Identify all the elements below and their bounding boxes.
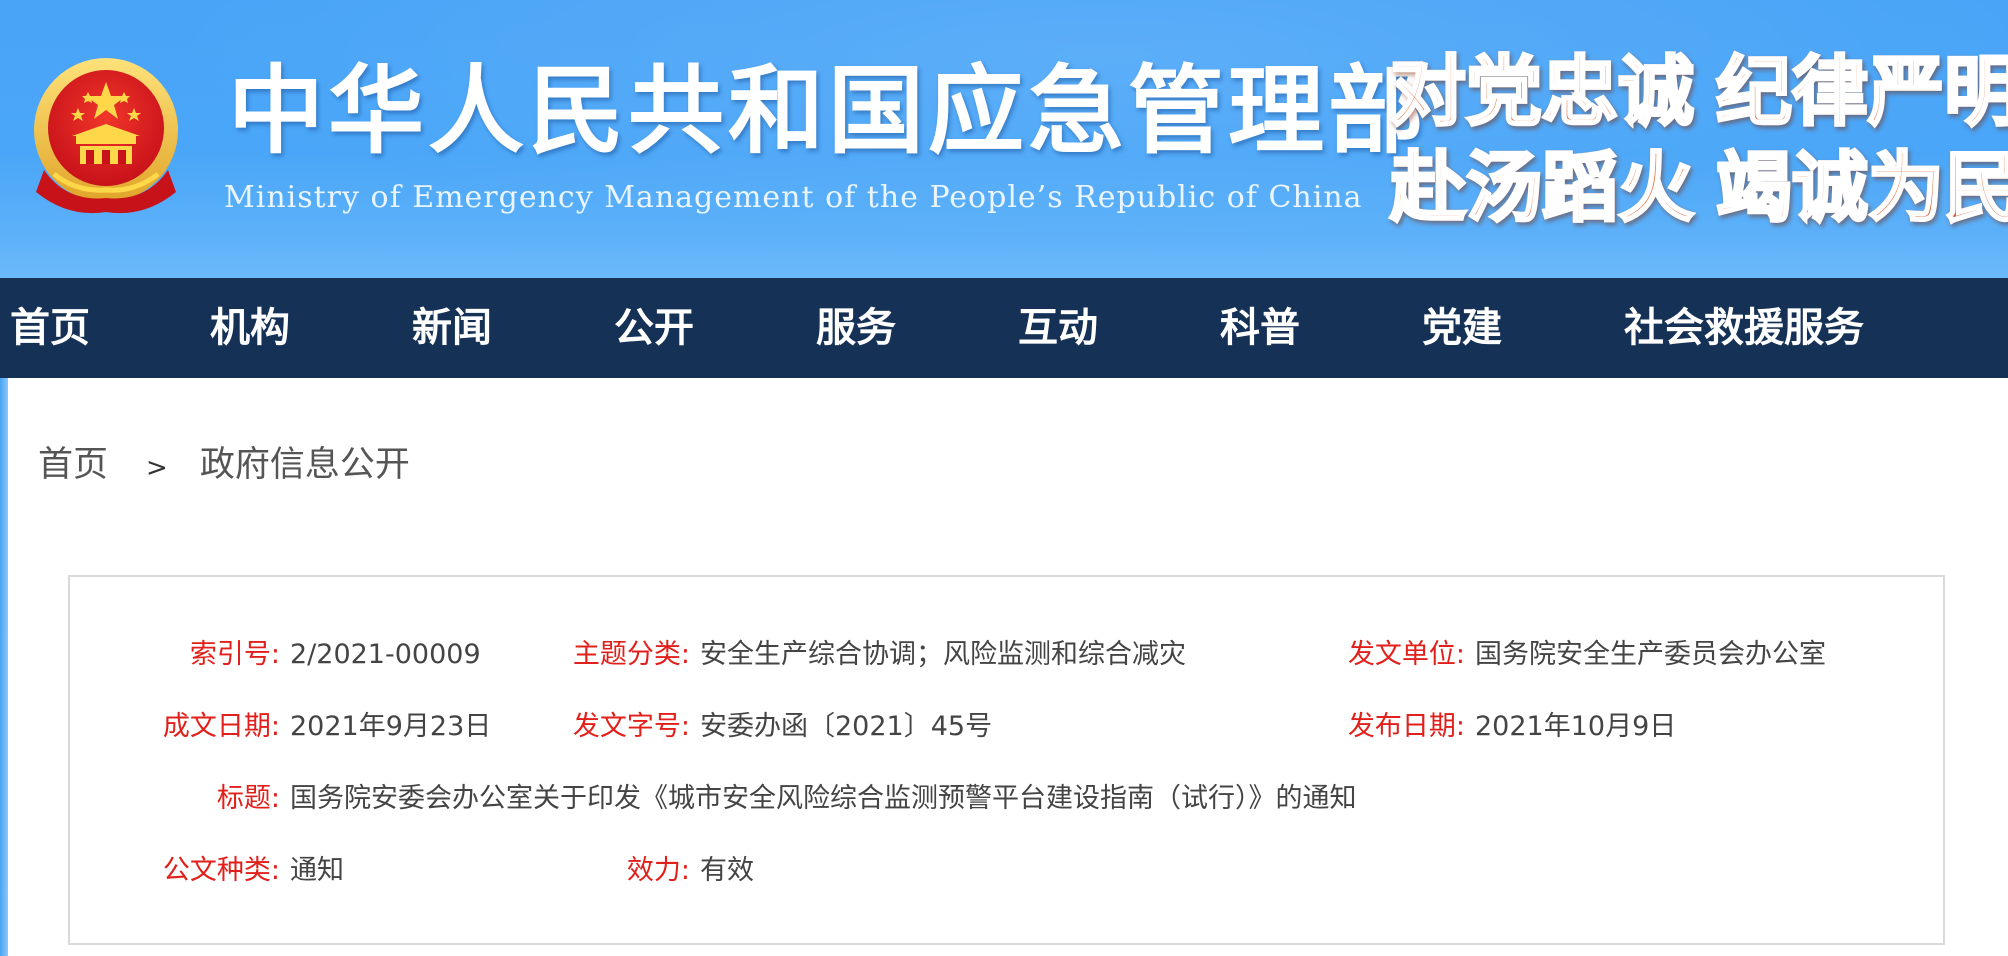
topic-label: 主题分类: xyxy=(572,639,690,670)
slogan-line-1: 对党忠诚 纪律严明 xyxy=(1389,44,2008,140)
nav-item-party[interactable]: 党建 xyxy=(1422,278,1502,378)
slogan-phrase-3: 赴汤蹈火 xyxy=(1389,140,1696,236)
nav-item-organization[interactable]: 机构 xyxy=(210,278,290,378)
site-header: 中华人民共和国应急管理部 Ministry of Emergency Manag… xyxy=(0,0,2008,278)
written-date-label: 成文日期: xyxy=(162,711,280,742)
slogan-phrase-4: 竭诚为民 xyxy=(1715,140,2008,236)
slogan-line-2: 赴汤蹈火 竭诚为民 xyxy=(1389,140,2008,236)
breadcrumb-separator: > xyxy=(146,453,168,483)
doc-type-label: 公文种类: xyxy=(162,855,280,886)
publish-date-value: 2021年10月9日 xyxy=(1475,711,1677,742)
doc-no-label: 发文字号: xyxy=(572,711,690,742)
doc-type-value: 通知 xyxy=(290,855,344,886)
nav-item-services[interactable]: 服务 xyxy=(816,278,896,378)
written-date-value: 2021年9月23日 xyxy=(290,711,492,742)
issuer-label: 发文单位: xyxy=(1347,639,1465,670)
slogan-phrase-2: 纪律严明 xyxy=(1715,44,2008,140)
title-label: 标题: xyxy=(216,783,280,814)
nav-item-disclosure[interactable]: 公开 xyxy=(614,278,694,378)
slogan-phrase-1: 对党忠诚 xyxy=(1389,44,1696,140)
national-emblem-icon[interactable] xyxy=(26,52,186,218)
nav-item-rescue-services[interactable]: 社会救援服务 xyxy=(1624,278,1864,378)
nav-item-home[interactable]: 首页 xyxy=(10,278,90,378)
topic-value: 安全生产综合协调；风险监测和综合减灾 xyxy=(700,639,1186,670)
nav-item-news[interactable]: 新闻 xyxy=(412,278,492,378)
index-no-value: 2/2021-00009 xyxy=(290,639,481,670)
title-value: 国务院安委会办公室关于印发《城市安全风险综合监测预警平台建设指南（试行）》的通知 xyxy=(290,783,1357,814)
validity-label: 效力: xyxy=(626,855,690,886)
breadcrumb: 首页 > 政府信息公开 xyxy=(38,440,410,490)
slogan: 对党忠诚 纪律严明 赴汤蹈火 竭诚为民 xyxy=(1389,44,2008,236)
nav-item-science[interactable]: 科普 xyxy=(1220,278,1300,378)
validity-value: 有效 xyxy=(700,855,754,886)
main-nav: 首页 机构 新闻 公开 服务 互动 科普 党建 社会救援服务 xyxy=(0,278,2008,378)
issuer-value: 国务院安全生产委员会办公室 xyxy=(1475,639,1826,670)
doc-no-value: 安委办函〔2021〕45号 xyxy=(700,711,993,742)
site-title[interactable]: 中华人民共和国应急管理部 xyxy=(228,56,1428,166)
left-accent-bar xyxy=(0,378,8,956)
index-no-label: 索引号: xyxy=(189,639,280,670)
site-subtitle: Ministry of Emergency Management of the … xyxy=(224,180,1363,215)
nav-item-interaction[interactable]: 互动 xyxy=(1018,278,1098,378)
breadcrumb-home-link[interactable]: 首页 xyxy=(38,445,108,485)
publish-date-label: 发布日期: xyxy=(1347,711,1465,742)
breadcrumb-current-link[interactable]: 政府信息公开 xyxy=(200,445,410,485)
document-metadata-box: 索引号: 2/2021-00009 主题分类: 安全生产综合协调；风险监测和综合… xyxy=(68,575,1945,945)
